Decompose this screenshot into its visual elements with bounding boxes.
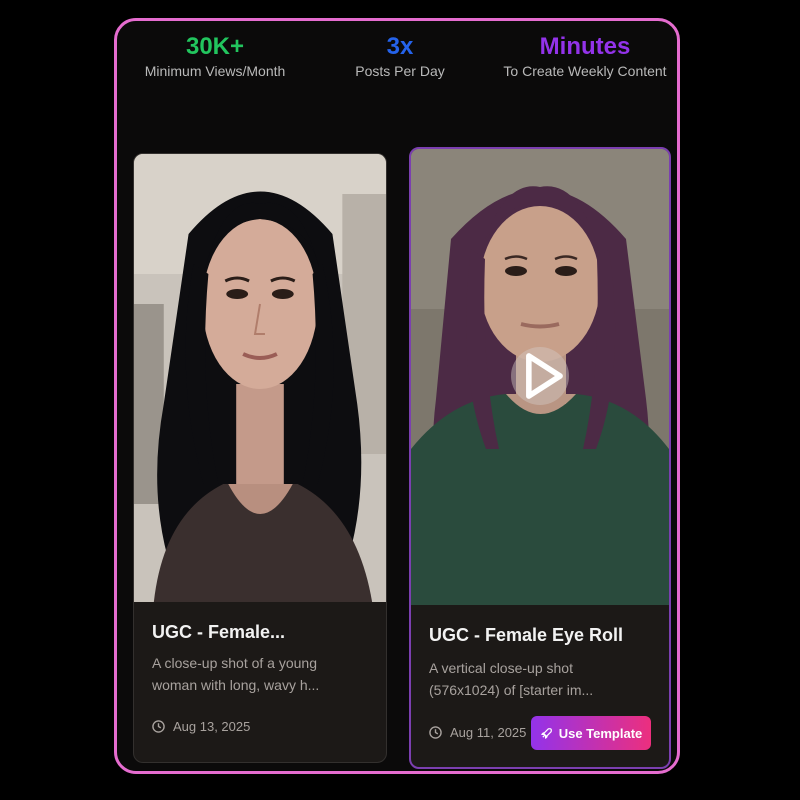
rocket-icon — [540, 727, 552, 739]
date-text: Aug 13, 2025 — [173, 719, 251, 734]
stats-row: 30K+ Minimum Views/Month 3x Posts Per Da… — [117, 31, 677, 121]
stat-posts: 3x Posts Per Day — [310, 31, 490, 81]
template-card[interactable]: UGC - Female... A close-up shot of a you… — [133, 153, 387, 763]
clock-icon — [429, 726, 442, 739]
use-template-label: Use Template — [558, 725, 643, 741]
play-button[interactable] — [511, 347, 569, 405]
card-title[interactable]: UGC - Female Eye Roll — [429, 625, 623, 646]
stat-value: 30K+ — [185, 33, 245, 60]
use-template-button[interactable]: Use Template — [531, 716, 651, 750]
card-title[interactable]: UGC - Female... — [152, 622, 285, 643]
date-text: Aug 11, 2025 — [450, 725, 527, 740]
stat-label: Minimum Views/Month — [144, 63, 286, 79]
card-description: A close-up shot of a young woman with lo… — [152, 655, 320, 693]
templates-panel: 30K+ Minimum Views/Month 3x Posts Per Da… — [114, 18, 680, 774]
stat-views: 30K+ Minimum Views/Month — [125, 31, 305, 81]
template-thumbnail[interactable] — [134, 154, 386, 602]
stat-label: Posts Per Day — [355, 63, 445, 79]
portrait-image — [134, 154, 386, 602]
card-description: A vertical close-up shot (576x1024) of [… — [429, 660, 594, 698]
stat-minutes: Minutes To Create Weekly Content — [495, 31, 675, 81]
card-date: Aug 11, 2025 — [429, 725, 526, 740]
template-card-selected[interactable]: UGC - Female Eye Roll A vertical close-u… — [409, 147, 671, 769]
play-icon — [526, 353, 563, 399]
clock-icon — [152, 720, 165, 733]
stat-label: To Create Weekly Content — [503, 63, 667, 79]
stat-value: Minutes — [539, 33, 631, 60]
card-date: Aug 13, 2025 — [152, 719, 250, 734]
stat-value: 3x — [386, 33, 414, 60]
template-thumbnail[interactable] — [411, 149, 669, 605]
